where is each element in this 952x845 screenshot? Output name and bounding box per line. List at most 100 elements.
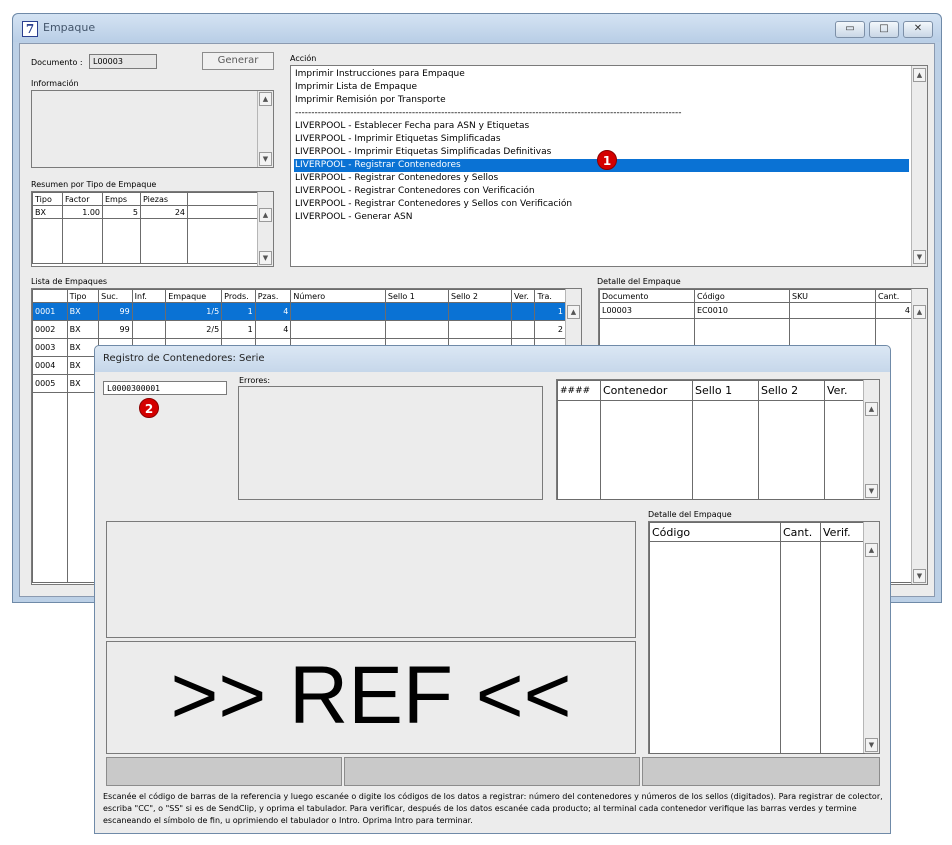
scroll-up-icon[interactable]: ▲	[259, 92, 272, 106]
action-item-generar-asn[interactable]: LIVERPOOL - Generar ASN	[294, 211, 909, 224]
instructions-text: Escanée el código de barras de la refere…	[103, 792, 883, 825]
scroll-down-icon[interactable]: ▼	[259, 251, 272, 265]
col-pzas: Pzas.	[254, 289, 292, 303]
documento-label: Documento :	[31, 58, 83, 67]
dialog-detalle-scrollbar[interactable]: ▲ ▼	[863, 522, 879, 753]
status-cell-3	[642, 757, 880, 786]
contenedores-header-row: #### Contenedor Sello 1 Sello 2 Ver.	[557, 380, 864, 401]
action-item-imprimir-remision[interactable]: Imprimir Remisión por Transporte	[294, 94, 909, 107]
contenedores-table: #### Contenedor Sello 1 Sello 2 Ver.	[557, 380, 864, 500]
scroll-down-icon[interactable]: ▼	[865, 738, 878, 752]
cell-tipo: BX	[32, 205, 63, 219]
col-ver: Ver.	[824, 380, 864, 401]
errores-box	[238, 386, 543, 500]
scroll-down-icon[interactable]: ▼	[913, 569, 926, 583]
col-tipo: Tipo	[32, 192, 63, 206]
scroll-up-icon[interactable]: ▲	[913, 68, 926, 82]
scroll-up-icon[interactable]: ▲	[259, 208, 272, 222]
resumen-table-box: Tipo Factor Emps Piezas BX 1.00 5 24 ▲ ▼	[31, 191, 274, 267]
scroll-up-icon[interactable]: ▲	[913, 305, 926, 319]
contenedores-table-box: #### Contenedor Sello 1 Sello 2 Ver. ▲ ▼	[556, 379, 880, 500]
ref-display-panel: >> REF <<	[106, 641, 636, 754]
scroll-up-icon[interactable]: ▲	[865, 402, 878, 416]
cell-piezas: 24	[140, 205, 188, 219]
col-sello2: Sello 2	[447, 289, 513, 303]
dialog-title: Registro de Contenedores: Serie	[103, 353, 265, 364]
scroll-down-icon[interactable]: ▼	[259, 152, 272, 166]
errores-label: Errores:	[239, 376, 271, 385]
resumen-scrollbar[interactable]: ▲ ▼	[257, 192, 273, 266]
dialog-detalle-label: Detalle del Empaque	[648, 510, 732, 519]
scroll-down-icon[interactable]: ▼	[865, 484, 878, 498]
maximize-icon: □	[879, 23, 889, 34]
detalle-scrollbar[interactable]: ▲ ▼	[911, 289, 927, 584]
col-tipo: Tipo	[66, 289, 100, 303]
info-panel	[106, 521, 636, 638]
action-item-imprimir-lista[interactable]: Imprimir Lista de Empaque	[294, 81, 909, 94]
col-tra: Tra.	[534, 289, 566, 303]
app-icon: 7	[22, 21, 38, 37]
maximize-button[interactable]: □	[869, 21, 899, 38]
dialog-detalle-table: Código Cant. Verif.	[649, 522, 865, 754]
serie-input[interactable]: L0000300001	[103, 381, 227, 395]
col-contenedor: Contenedor	[600, 380, 693, 401]
annotation-marker-1: 1	[597, 150, 617, 170]
close-icon: ✕	[913, 23, 923, 34]
detalle-header-row: Documento Código SKU Cant.	[599, 289, 913, 303]
action-item-imprimir-instrucciones[interactable]: Imprimir Instrucciones para Empaque	[294, 68, 909, 81]
col-sello2: Sello 2	[758, 380, 825, 401]
scroll-up-icon[interactable]: ▲	[865, 543, 878, 557]
resumen-table: Tipo Factor Emps Piezas BX 1.00 5 24	[32, 192, 259, 264]
cell-factor: 1.00	[62, 205, 103, 219]
documento-field[interactable]: L00003	[89, 54, 157, 69]
scroll-up-icon[interactable]: ▲	[567, 305, 580, 319]
contenedores-scrollbar[interactable]: ▲ ▼	[863, 380, 879, 499]
col-ver: Ver.	[511, 289, 536, 303]
col-piezas: Piezas	[140, 192, 188, 206]
table-row[interactable]: 0002 BX 99 2/5 1 4 2	[32, 320, 566, 339]
col-empaque: Empaque	[165, 289, 223, 303]
scroll-down-icon[interactable]: ▼	[913, 250, 926, 264]
lista-header-row: Tipo Suc. Inf. Empaque Prods. Pzas. Núme…	[32, 289, 566, 303]
action-item-etiquetas-simplificadas[interactable]: LIVERPOOL - Imprimir Etiquetas Simplific…	[294, 133, 909, 146]
col-inf: Inf.	[131, 289, 167, 303]
minimize-icon: ▭	[845, 23, 855, 34]
col-num: ####	[557, 380, 601, 401]
accion-label: Acción	[290, 54, 317, 63]
resumen-label: Resumen por Tipo de Empaque	[31, 180, 157, 189]
col-sello1: Sello 1	[692, 380, 759, 401]
informacion-scrollbar[interactable]: ▲ ▼	[257, 91, 273, 167]
action-item-contenedores-sellos-verificacion[interactable]: LIVERPOOL - Registrar Contenedores y Sel…	[294, 198, 909, 211]
accion-scrollbar[interactable]: ▲ ▼	[911, 66, 927, 266]
action-item-establecer-fecha[interactable]: LIVERPOOL - Establecer Fecha para ASN y …	[294, 120, 909, 133]
table-row[interactable]: L00003 EC0010 4	[599, 302, 913, 319]
generar-button[interactable]: Generar	[202, 52, 274, 70]
cell-emps: 5	[102, 205, 141, 219]
col-prods: Prods.	[221, 289, 256, 303]
action-separator: ----------------------------------------…	[295, 108, 682, 118]
table-row[interactable]: BX 1.00 5 24	[32, 205, 259, 219]
col-documento: Documento	[599, 289, 695, 303]
annotation-marker-2: 2	[139, 398, 159, 418]
dialog-detalle-table-box: Código Cant. Verif. ▲ ▼	[648, 521, 880, 754]
detalle-label: Detalle del Empaque	[597, 277, 681, 286]
dialog-title-bar[interactable]: Registro de Contenedores: Serie	[95, 346, 890, 372]
status-cell-2	[344, 757, 640, 786]
ref-prompt: >> REF <<	[170, 650, 572, 741]
col-factor: Factor	[62, 192, 103, 206]
close-button[interactable]: ✕	[903, 21, 933, 38]
title-bar[interactable]: 7 Empaque ▭ □ ✕	[13, 14, 941, 42]
registro-contenedores-dialog: Registro de Contenedores: Serie L0000300…	[94, 345, 891, 834]
table-row[interactable]: 0001 BX 99 1/5 1 4 1	[32, 302, 566, 321]
col-verif: Verif.	[820, 522, 865, 542]
col-numero: Número	[290, 289, 386, 303]
col-cant: Cant.	[875, 289, 913, 303]
dialog-detalle-header-row: Código Cant. Verif.	[649, 522, 865, 542]
informacion-box: ▲ ▼	[31, 90, 274, 168]
action-item-contenedores-verificacion[interactable]: LIVERPOOL - Registrar Contenedores con V…	[294, 185, 909, 198]
minimize-button[interactable]: ▭	[835, 21, 865, 38]
lista-label: Lista de Empaques	[31, 277, 108, 286]
col-emps: Emps	[102, 192, 141, 206]
col-codigo: Código	[694, 289, 790, 303]
action-item-contenedores-sellos[interactable]: LIVERPOOL - Registrar Contenedores y Sel…	[294, 172, 909, 185]
